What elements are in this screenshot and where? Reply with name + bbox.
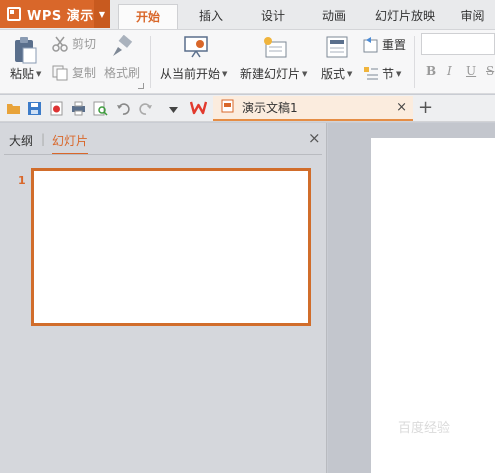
layout-button[interactable]: 版式 ▼ [321,65,352,82]
format-painter-label: 格式刷 [104,66,141,80]
tab-outline[interactable]: 大纲 [9,132,33,149]
section-icon [363,66,379,82]
brush-icon[interactable] [110,35,134,59]
slide-thumbnail[interactable] [31,168,311,326]
menu-bar: WPS 演示 ▼ 开始 插入 设计 动画 幻灯片放映 审阅 [0,0,495,30]
group-expand-icon[interactable] [138,83,144,89]
wps-logo-icon [7,7,21,21]
chevron-down-icon: ▼ [302,69,308,78]
paste-button[interactable]: 粘贴 ▼ [10,65,41,82]
pane-tabs: 大纲 | 幻灯片 × [0,123,327,157]
chevron-down-icon: ▼ [222,69,228,78]
font-name-input[interactable] [421,33,495,55]
ribbon-separator [414,36,415,88]
copy-label: 复制 [72,66,97,80]
document-title: 演示文稿1 [242,101,298,115]
new-slide-label: 新建幻灯片 [240,67,301,81]
section-button[interactable]: 节 ▼ [363,65,401,82]
redo-icon[interactable] [138,101,153,116]
tab-separator: | [41,132,46,146]
from-current-button[interactable]: 从当前开始 ▼ [160,65,227,82]
print-icon[interactable] [71,101,86,116]
close-icon[interactable]: × [396,100,407,115]
paste-label: 粘贴 [10,67,35,81]
tab-review[interactable]: 审阅 [450,4,495,29]
new-tab-button[interactable]: + [418,97,433,118]
new-slide-button[interactable]: 新建幻灯片 ▼ [240,65,307,82]
document-tab[interactable]: 演示文稿1 × [213,96,413,121]
pane-divider [4,154,322,155]
ribbon-separator [150,36,151,88]
layout-label: 版式 [321,67,346,81]
document-icon [221,99,234,116]
copy-button[interactable]: 复制 [52,64,96,81]
reset-label: 重置 [382,38,407,52]
watermark-text: 百度经验 [398,421,451,436]
export-pdf-icon[interactable] [49,101,64,116]
cut-label: 剪切 [72,37,97,51]
close-icon[interactable]: × [308,129,321,147]
section-label: 节 [382,67,395,81]
slides-pane: 大纲 | 幻灯片 × 1 [0,123,327,473]
from-current-label: 从当前开始 [160,67,221,81]
strikethrough-button[interactable]: S [486,64,494,78]
cut-button[interactable]: 剪切 [52,35,96,52]
reset-button[interactable]: 重置 [363,36,406,53]
projector-icon[interactable] [184,36,208,58]
layout-icon[interactable] [326,36,348,58]
open-folder-icon[interactable] [6,101,21,116]
wps-app-menu-button[interactable]: WPS 演示 ▼ [0,0,110,28]
format-painter-button[interactable]: 格式刷 [104,64,140,81]
copy-icon [52,65,68,81]
save-icon[interactable] [27,101,42,116]
chevron-down-icon: ▼ [396,69,402,78]
reset-icon [363,36,379,53]
tab-insert[interactable]: 插入 [186,4,236,29]
tab-slideshow[interactable]: 幻灯片放映 [370,4,440,29]
chevron-down-icon: ▼ [347,69,353,78]
chevron-down-icon: ▼ [36,69,42,78]
italic-button[interactable]: I [447,64,452,78]
tab-design[interactable]: 设计 [248,4,298,29]
print-preview-icon[interactable] [93,101,108,116]
tab-slides[interactable]: 幻灯片 [52,132,89,155]
new-slide-icon[interactable] [262,35,288,59]
slide-number: 1 [18,174,26,187]
tab-home[interactable]: 开始 [118,4,178,29]
customize-toolbar-icon[interactable] [168,103,183,118]
underline-button[interactable]: U [466,64,476,78]
chevron-down-icon[interactable]: ▼ [94,0,110,28]
paste-icon[interactable] [12,34,38,64]
undo-icon[interactable] [116,101,131,116]
wps-home-icon[interactable] [189,100,208,115]
ribbon: 粘贴 ▼ 剪切 复制 格式刷 从当前开始 ▼ 新建幻灯片 ▼ 版式 ▼ 重置 节… [0,30,495,94]
bold-button[interactable]: B [426,64,436,78]
app-name: WPS 演示 [27,8,94,24]
tab-animation[interactable]: 动画 [309,4,359,29]
scissors-icon [52,36,68,52]
